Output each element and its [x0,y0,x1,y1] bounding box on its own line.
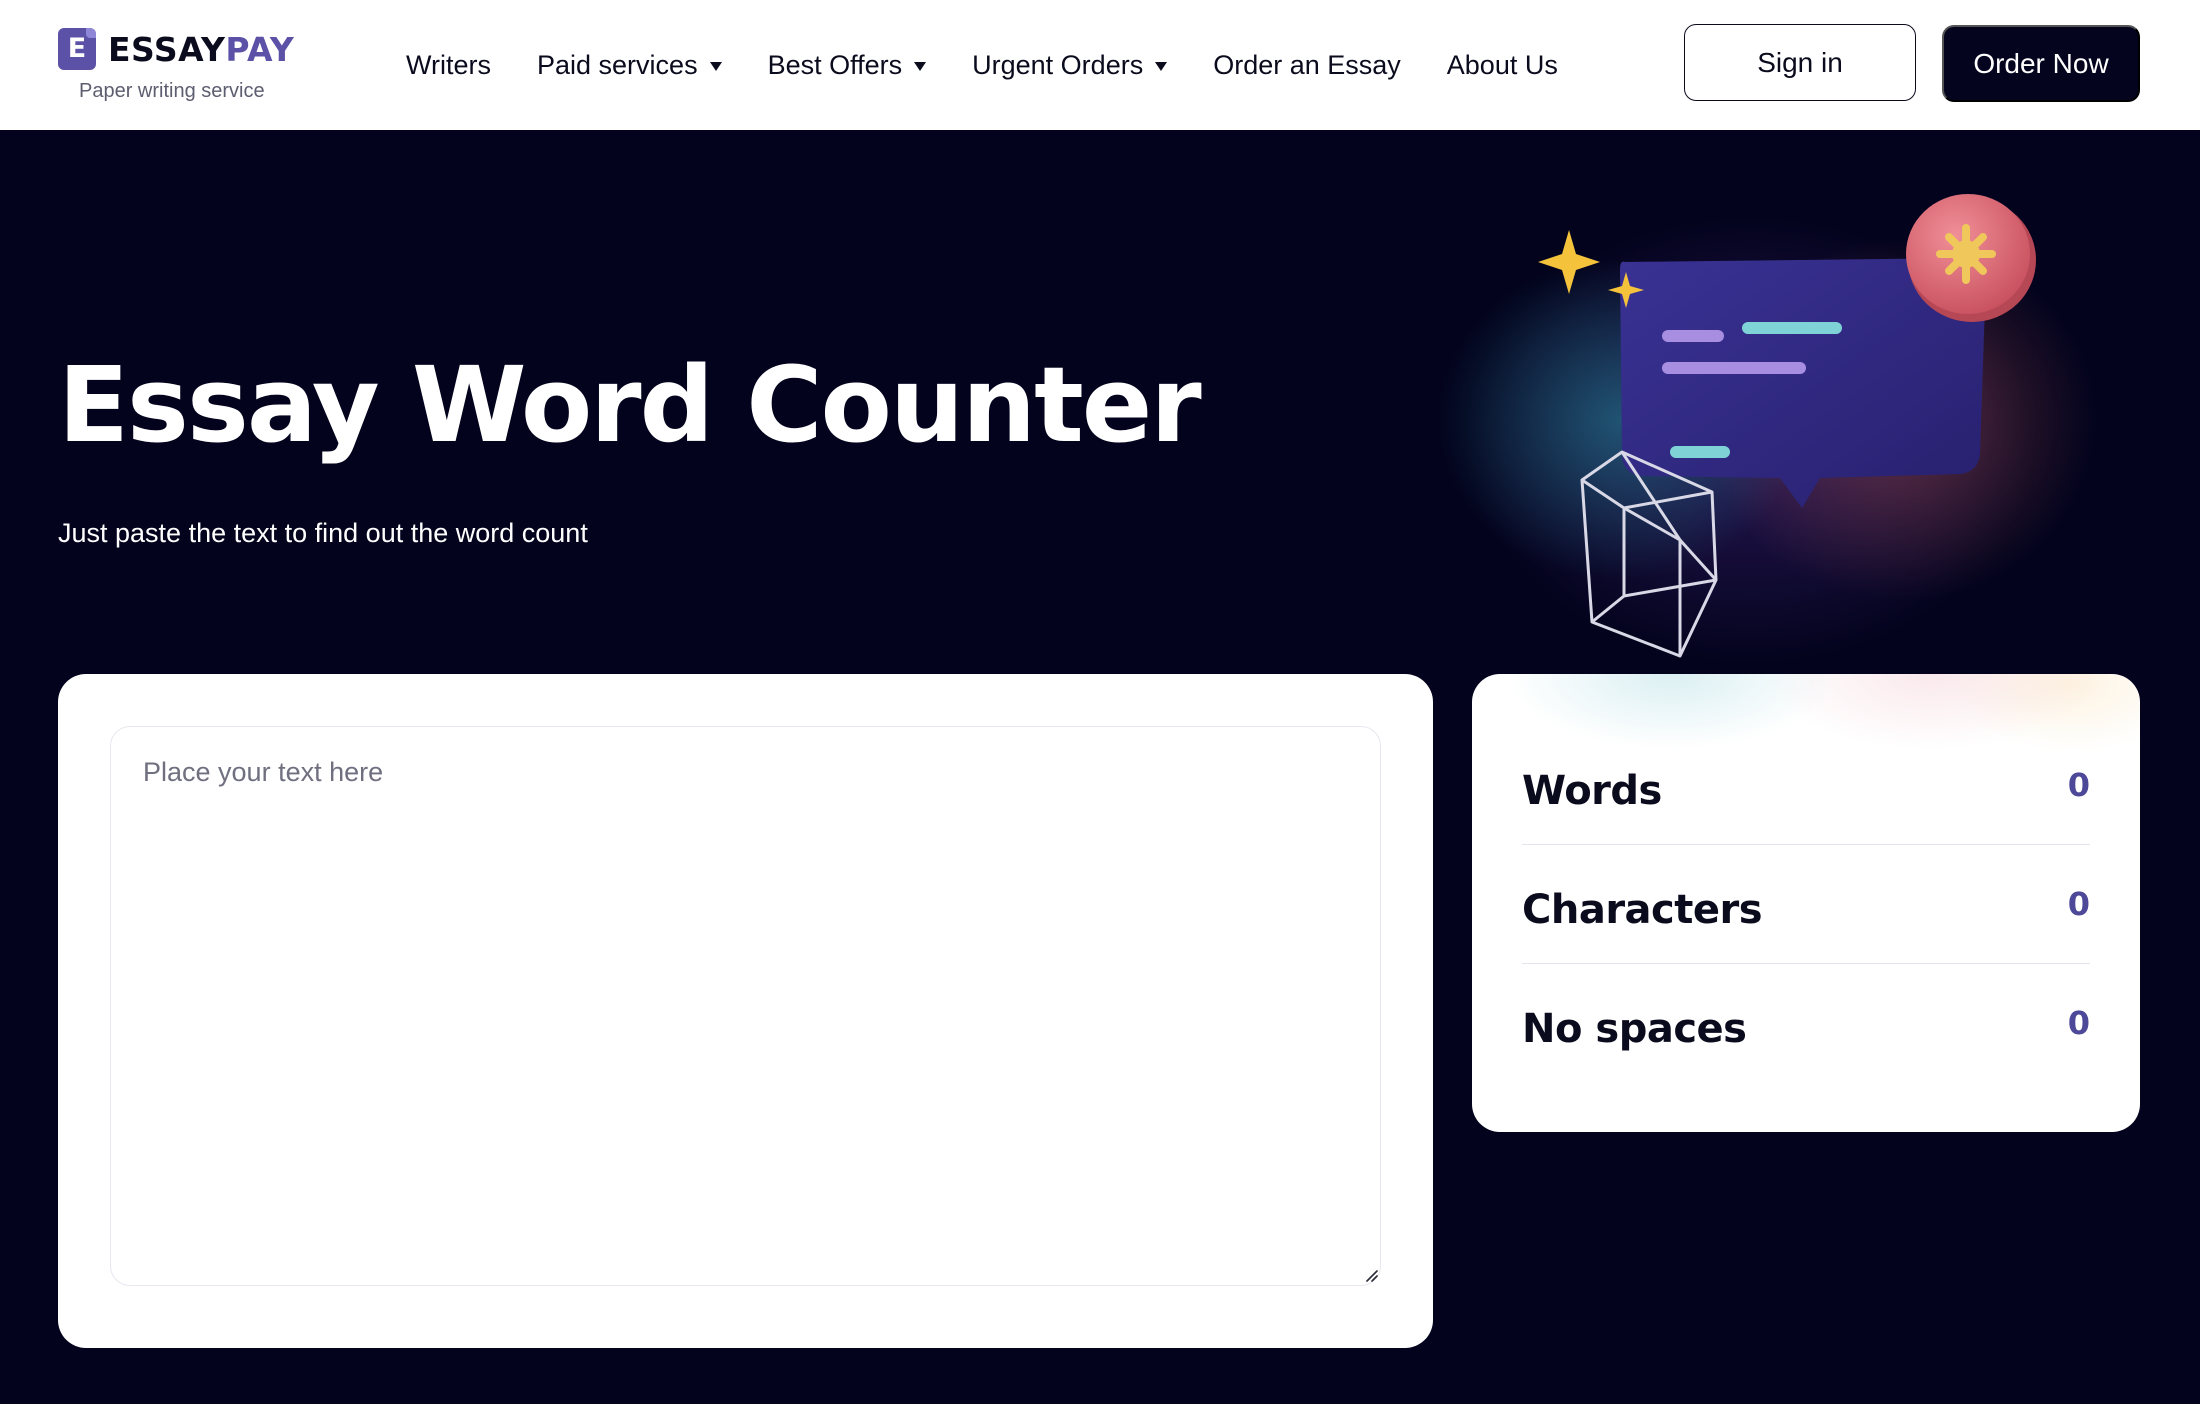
nav-item-label: Best Offers [767,49,903,80]
nav-item-writers[interactable]: Writers [406,50,491,81]
resize-grip-icon[interactable] [1364,1268,1378,1282]
essay-text-input[interactable] [110,726,1381,1286]
logo-word-essay: ESSAY [108,30,226,69]
page-title: Essay Word Counter [58,344,1202,466]
chat-bubble-illustration-icon [1538,194,2036,658]
site-logo[interactable]: E ESSAYPAY Paper writing service [58,28,308,108]
logo-wordmark: ESSAYPAY [108,29,294,71]
stat-row-no-spaces: No spaces 0 [1522,963,2090,1082]
main-nav: Writers Paid services Best Offers Urgent… [406,0,1558,130]
stat-row-words: Words 0 [1522,725,2090,844]
stat-label: Words [1522,767,1662,814]
nav-item-label: About Us [1446,49,1558,80]
nav-item-label: Paid services [537,49,698,80]
order-now-button[interactable]: Order Now [1942,25,2140,102]
nav-item-paid-services[interactable]: Paid services [537,50,722,81]
stat-row-characters: Characters 0 [1522,844,2090,963]
stat-label: No spaces [1522,1006,1747,1052]
nav-item-label: Urgent Orders [972,49,1144,80]
logo-mark-letter: E [67,33,87,64]
logo-word-pay: PAY [225,30,295,69]
stat-value-words: 0 [2067,765,2090,804]
nav-item-best-offers[interactable]: Best Offers [768,50,927,81]
nav-item-label: Order an Essay [1213,49,1401,80]
stats-card: Words 0 Characters 0 No spaces 0 [1472,674,2140,1132]
nav-item-order-an-essay[interactable]: Order an Essay [1213,50,1401,81]
stat-label: Characters [1522,887,1763,933]
site-header: E ESSAYPAY Paper writing service Writers… [0,0,2200,130]
text-input-card [58,674,1433,1348]
logo-tagline: Paper writing service [79,80,265,102]
nav-item-label: Writers [406,49,491,80]
nav-item-urgent-orders[interactable]: Urgent Orders [972,49,1168,81]
stat-value-no-spaces: 0 [2067,1004,2090,1042]
stat-value-characters: 0 [2067,885,2090,923]
caret-down-icon [709,61,722,71]
caret-down-icon [1155,61,1168,71]
nav-item-about-us[interactable]: About Us [1447,50,1558,81]
page-subtitle: Just paste the text to find out the word… [58,518,588,548]
logo-mark-icon: E [58,28,96,70]
caret-down-icon [914,61,927,71]
sign-in-button[interactable]: Sign in [1684,24,1916,101]
